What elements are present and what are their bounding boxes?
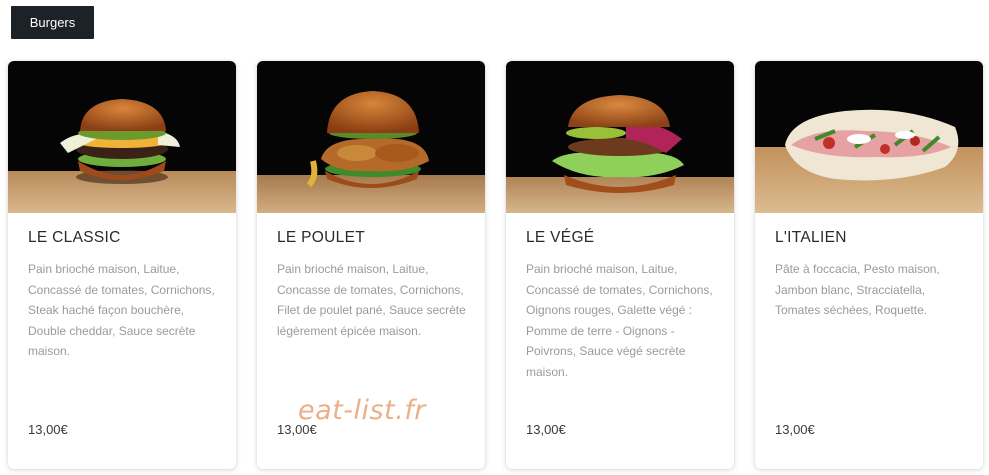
tab-burgers[interactable]: Burgers (11, 6, 94, 39)
product-price: 13,00€ (28, 422, 68, 437)
product-price: 13,00€ (277, 422, 317, 437)
category-tabs: Burgers (11, 6, 94, 39)
product-card-classic[interactable]: LE CLASSIC Pain brioché maison, Laitue, … (8, 61, 236, 469)
product-title: L'ITALIEN (775, 229, 847, 246)
product-price: 13,00€ (526, 422, 566, 437)
product-description: Pain brioché maison, Laitue, Concasse de… (277, 262, 466, 338)
product-price: 13,00€ (775, 422, 815, 437)
product-card-vege[interactable]: LE VÉGÉ Pain brioché maison, Laitue, Con… (506, 61, 734, 469)
product-title: LE VÉGÉ (526, 229, 595, 246)
product-title: LE POULET (277, 229, 365, 246)
product-description: Pain brioché maison, Laitue, Concassé de… (28, 262, 215, 358)
focaccia-sandwich-photo (755, 61, 983, 213)
product-card-poulet[interactable]: LE POULET Pain brioché maison, Laitue, C… (257, 61, 485, 469)
product-title: LE CLASSIC (28, 229, 121, 246)
product-description: Pain brioché maison, Laitue, Concassé de… (526, 262, 713, 379)
product-description: Pâte à foccacia, Pesto maison, Jambon bl… (775, 262, 940, 317)
classic-burger-photo (8, 61, 236, 213)
veggie-burger-photo (506, 61, 734, 213)
product-grid: LE CLASSIC Pain brioché maison, Laitue, … (8, 61, 984, 469)
product-card-italien[interactable]: L'ITALIEN Pâte à foccacia, Pesto maison,… (755, 61, 983, 469)
chicken-burger-photo (257, 61, 485, 213)
